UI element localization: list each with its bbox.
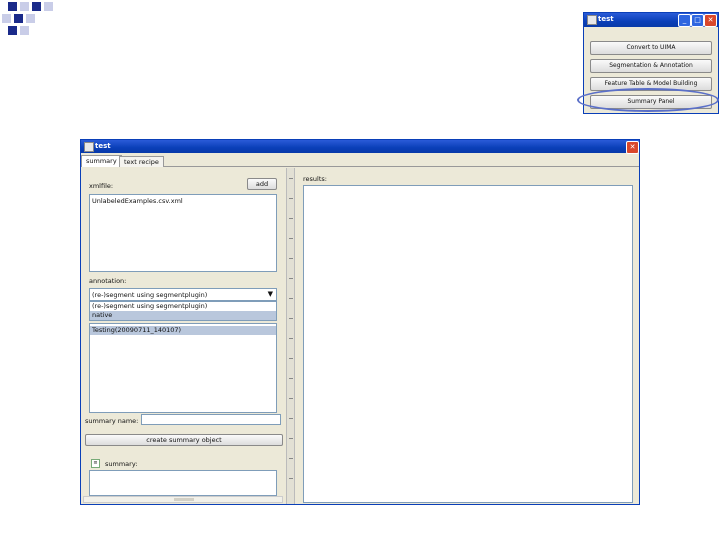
close-icon[interactable]: ✕: [626, 141, 639, 154]
segmentation-annotation-button[interactable]: Segmentation & Annotation: [590, 59, 712, 73]
decoration-square: [2, 14, 11, 23]
scrollbar-thumb[interactable]: [174, 498, 194, 501]
dropdown-option[interactable]: native: [90, 311, 276, 320]
tab-summary[interactable]: summary: [81, 155, 122, 167]
app-icon: [587, 15, 597, 25]
decoration-square: [20, 26, 29, 35]
close-icon[interactable]: ✕: [704, 14, 717, 27]
main-titlebar[interactable]: test ✕: [81, 140, 639, 154]
summary-name-label: summary name:: [85, 417, 139, 425]
convert-to-uima-button[interactable]: Convert to UIMA: [590, 41, 712, 55]
create-summary-object-button[interactable]: create summary object: [85, 434, 283, 446]
maximize-icon[interactable]: □: [691, 14, 704, 27]
results-label: results:: [303, 175, 327, 183]
list-item[interactable]: UnlabeledExamples.csv.xml: [90, 197, 276, 206]
main-window: test ✕ summary text recipe xmlfile: add …: [80, 139, 640, 505]
xmlfile-label: xmlfile:: [89, 182, 114, 190]
app-icon: [84, 142, 94, 152]
dropdown-option[interactable]: (re-)segment using segmentplugin): [90, 302, 276, 311]
annotation-label: annotation:: [89, 277, 127, 285]
decoration-square: [20, 2, 29, 11]
chevron-down-icon[interactable]: ▼: [268, 290, 273, 298]
minimize-icon[interactable]: _: [678, 14, 691, 27]
decoration-square: [14, 14, 23, 23]
main-title: test: [95, 142, 111, 150]
decoration-square: [44, 2, 53, 11]
slide-decoration: [0, 0, 60, 40]
list-item[interactable]: Testing(20090711_140107): [90, 326, 276, 335]
highlight-oval: [577, 88, 719, 112]
tab-strip: summary text recipe: [81, 154, 639, 167]
launcher-title: test: [598, 15, 614, 23]
summary-name-input[interactable]: [141, 414, 281, 425]
results-area[interactable]: [303, 185, 633, 503]
annotation-options-popup[interactable]: (re-)segment using segmentplugin) native: [89, 301, 277, 321]
decoration-square: [26, 14, 35, 23]
decoration-square: [8, 2, 17, 11]
summary-textarea[interactable]: [89, 470, 277, 496]
annotation-dropdown[interactable]: (re-)segment using segmentplugin) ▼: [89, 288, 277, 301]
annotation-selected-value: (re-)segment using segmentplugin): [92, 291, 208, 299]
document-icon: ≡: [91, 459, 100, 468]
decoration-square: [8, 26, 17, 35]
xmlfile-list[interactable]: UnlabeledExamples.csv.xml: [89, 194, 277, 272]
annotation-list[interactable]: Testing(20090711_140107): [89, 323, 277, 413]
horizontal-scrollbar[interactable]: [83, 496, 283, 503]
add-button[interactable]: add: [247, 178, 277, 190]
launcher-titlebar[interactable]: test _ □ ✕: [584, 13, 718, 27]
decoration-square: [32, 2, 41, 11]
tab-text-recipe[interactable]: text recipe: [119, 156, 164, 167]
summary-label: summary:: [105, 460, 138, 468]
split-pane-divider[interactable]: [286, 168, 295, 504]
